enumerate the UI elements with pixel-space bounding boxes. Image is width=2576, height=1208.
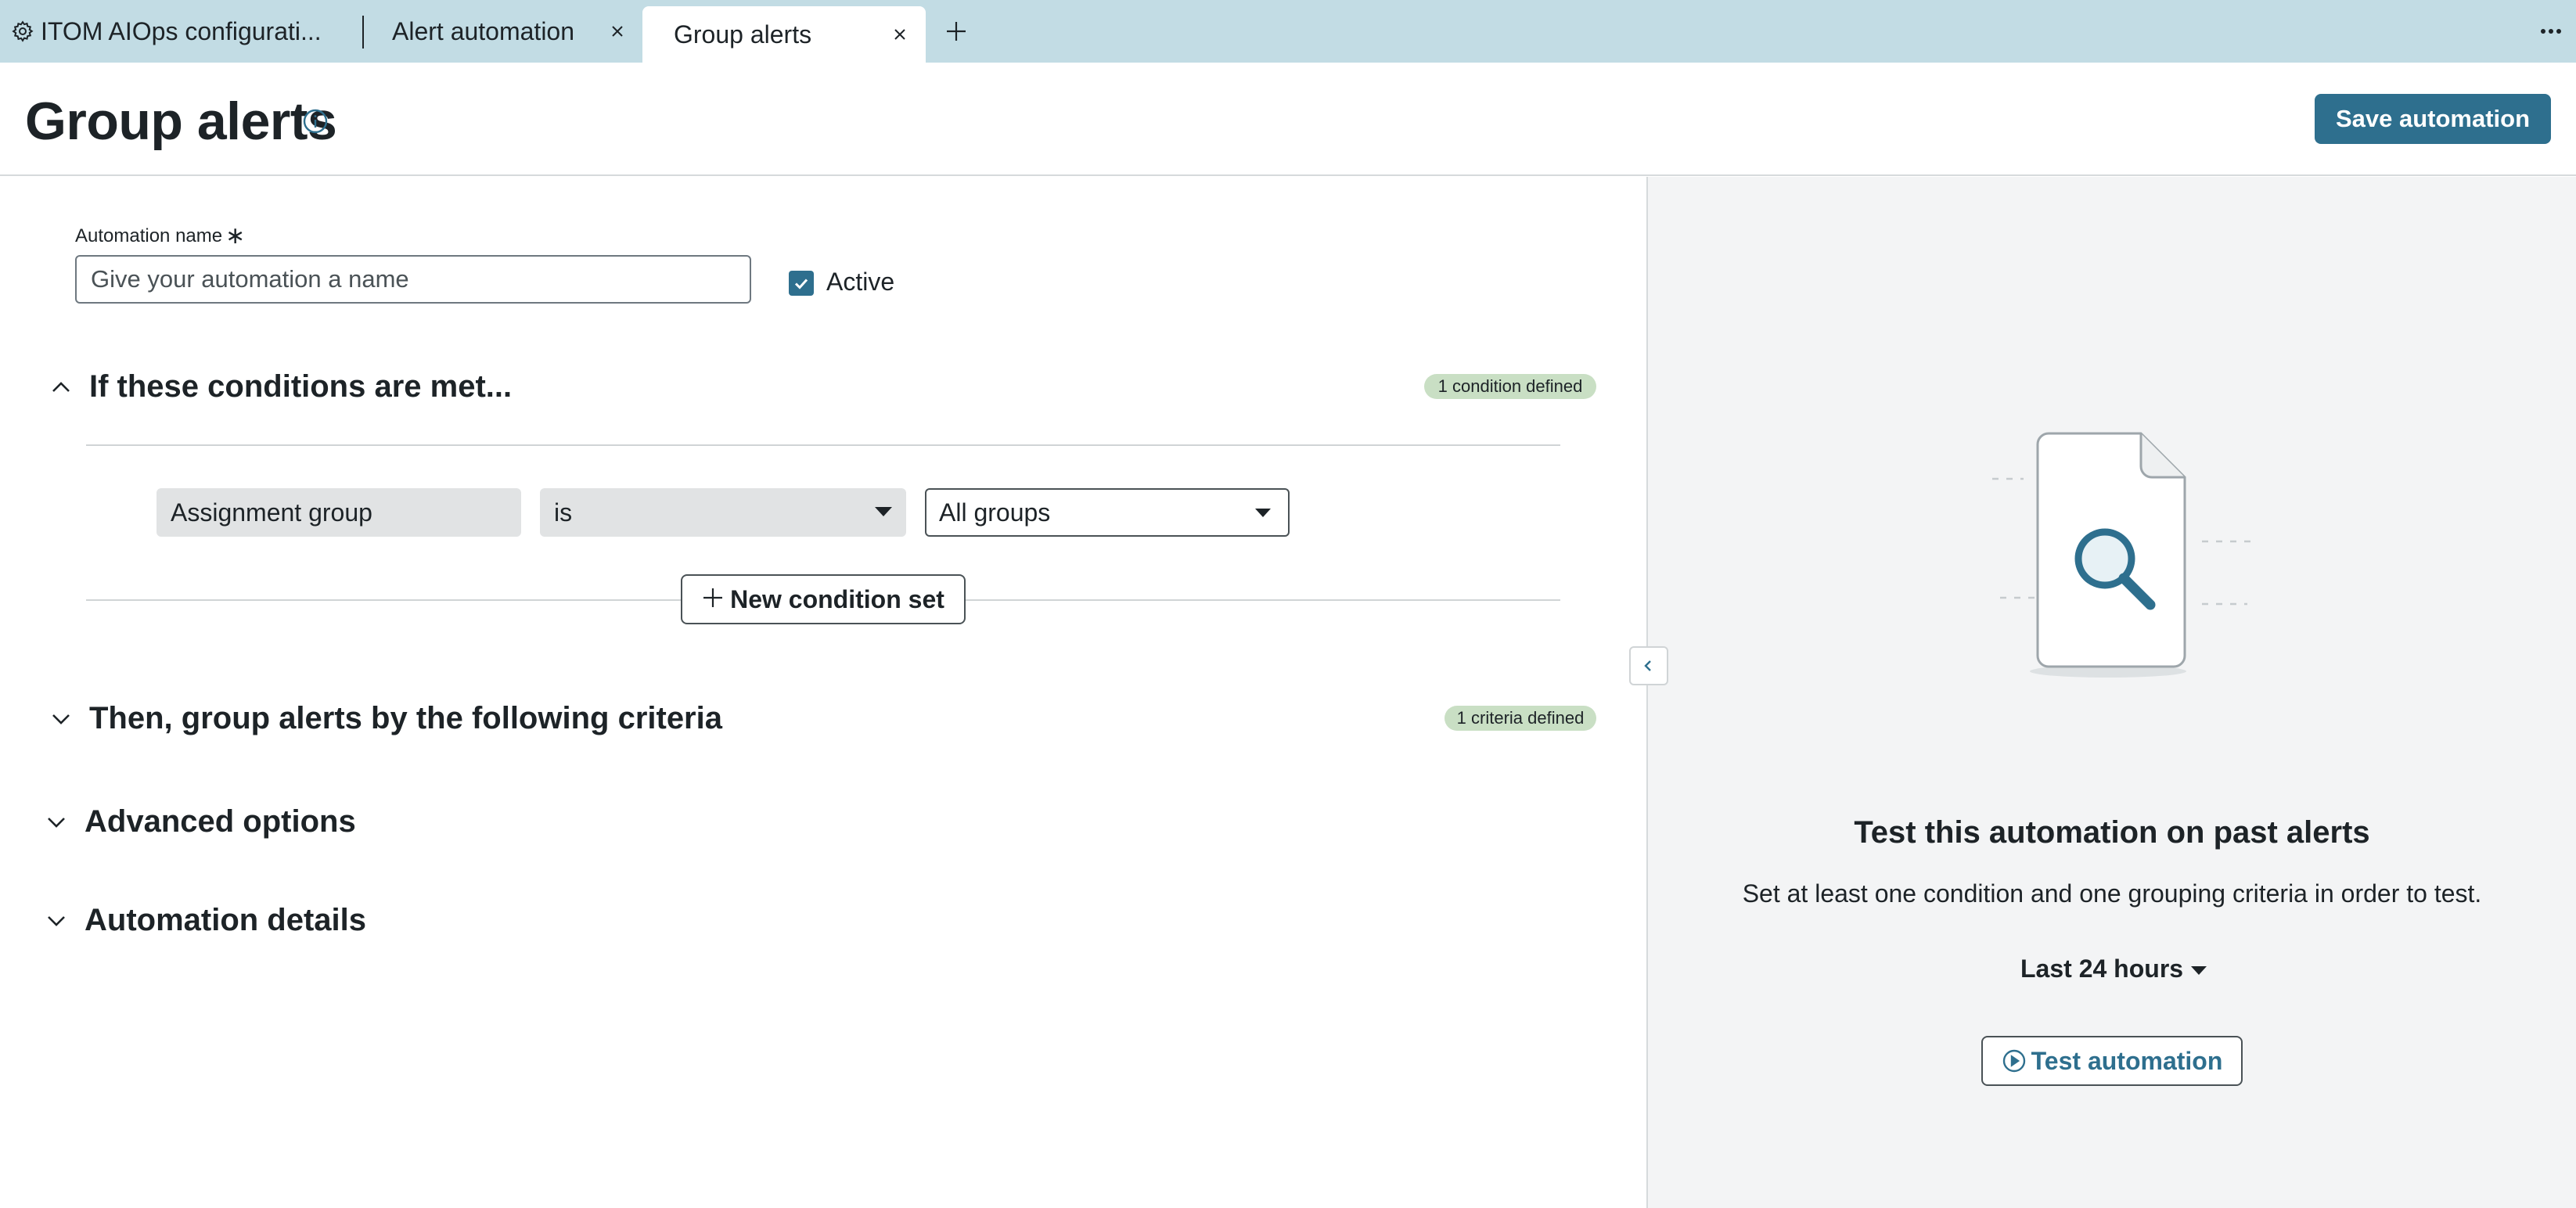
conditions-section-toggle[interactable]: If these conditions are met... [49, 369, 512, 404]
condition-set-divider [966, 599, 1560, 601]
tab-alert-automation[interactable]: Alert automation [363, 0, 643, 63]
section-title: If these conditions are met... [89, 369, 513, 404]
tab-group-alerts[interactable]: Group alerts [642, 6, 926, 63]
close-icon[interactable] [888, 23, 912, 46]
automation-name-label: Automation name [75, 225, 223, 246]
automation-details-toggle[interactable]: Automation details [44, 903, 366, 938]
time-range-dropdown[interactable]: Last 24 hours [2020, 955, 2207, 983]
section-title: Automation details [85, 903, 367, 937]
tab-itom-aiops-configuration[interactable]: ITOM AIOps configurati... [0, 0, 362, 63]
operator-value: is [554, 498, 573, 527]
more-options-icon[interactable] [2535, 19, 2567, 44]
button-label: New condition set [730, 584, 944, 613]
close-icon[interactable] [606, 20, 629, 43]
value-text: All groups [939, 498, 1051, 527]
play-icon [2002, 1048, 2027, 1073]
condition-operator-select[interactable]: is [540, 488, 906, 537]
save-automation-button[interactable]: Save automation [2315, 94, 2551, 144]
gear-icon [11, 20, 34, 43]
caret-down-icon [1255, 509, 1271, 517]
condition-set-divider [86, 599, 681, 601]
test-panel-description: Set at least one condition and one group… [1742, 879, 2482, 908]
test-automation-button[interactable]: Test automation [1981, 1036, 2243, 1086]
new-condition-set-button[interactable]: New condition set [681, 574, 966, 624]
conditions-count-badge: 1 condition defined [1424, 374, 1596, 399]
condition-field-select[interactable]: Assignment group [157, 488, 521, 537]
chevron-down-icon [44, 908, 69, 933]
chevron-down-icon [44, 810, 69, 835]
page-header: Group alerts Save automation [0, 63, 2576, 176]
automation-form-panel: Automation name ∗ Active If these condit… [0, 177, 1646, 1208]
info-icon[interactable] [302, 108, 329, 135]
test-panel-title: Test this automation on past alerts [1854, 815, 2370, 850]
chevron-up-icon [49, 375, 74, 400]
chevron-down-icon [49, 706, 74, 732]
plus-icon [702, 583, 724, 617]
advanced-options-toggle[interactable]: Advanced options [44, 804, 356, 839]
tab-label: ITOM AIOps configurati... [41, 16, 322, 45]
section-title: Then, group alerts by the following crit… [89, 701, 722, 735]
collapse-panel-button[interactable] [1629, 646, 1668, 685]
tab-bar: ITOM AIOps configurati... Alert automati… [0, 0, 2576, 63]
new-tab-button[interactable] [942, 17, 970, 45]
time-range-value: Last 24 hours [2020, 955, 2184, 983]
active-checkbox[interactable] [789, 271, 814, 296]
tab-label: Alert automation [392, 16, 575, 45]
tab-label: Group alerts [674, 20, 812, 49]
section-divider [86, 444, 1560, 446]
section-title: Advanced options [85, 804, 356, 839]
caret-down-icon [2191, 966, 2207, 975]
automation-name-input[interactable] [75, 255, 751, 304]
condition-value-select[interactable]: All groups [925, 488, 1290, 537]
grouping-section-toggle[interactable]: Then, group alerts by the following crit… [49, 701, 722, 736]
active-label: Active [826, 268, 895, 296]
criteria-count-badge: 1 criteria defined [1445, 706, 1596, 731]
required-marker: ∗ [225, 223, 246, 249]
test-panel: Test this automation on past alerts Set … [1648, 177, 2576, 1208]
caret-down-icon [875, 507, 892, 516]
document-search-illustration [1992, 432, 2250, 678]
button-label: Test automation [2031, 1046, 2223, 1075]
page-title: Group alerts [25, 92, 337, 151]
